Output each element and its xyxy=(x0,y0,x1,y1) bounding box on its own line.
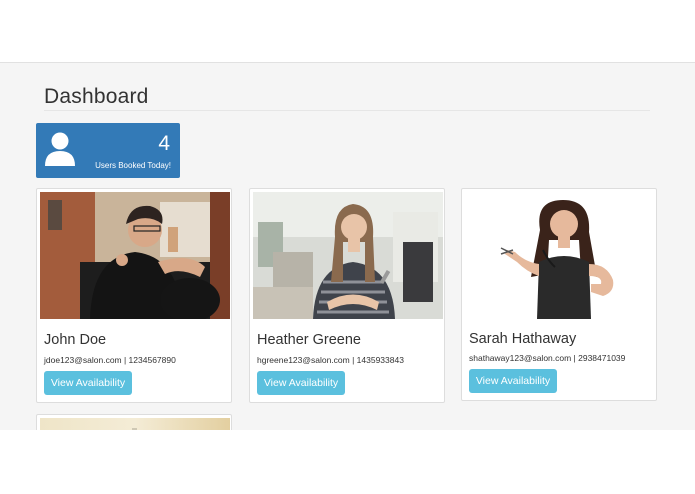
stylist-name: Heather Greene xyxy=(257,332,361,348)
stylist-card: Heather Greene hgreene123@salon.com | 14… xyxy=(249,188,445,403)
top-navbar xyxy=(0,0,695,63)
main-content: Dashboard 4 Users Booked Today! John Doe… xyxy=(0,63,695,430)
stylist-contact: hgreene123@salon.com | 1435933843 xyxy=(257,355,404,365)
stylist-contact: jdoe123@salon.com | 1234567890 xyxy=(44,355,176,365)
stylist-name: John Doe xyxy=(44,332,107,348)
title-divider xyxy=(44,110,650,111)
users-booked-label: Users Booked Today! xyxy=(95,161,171,170)
stylist-photo xyxy=(465,192,655,319)
users-booked-count: 4 xyxy=(158,132,170,155)
view-availability-button[interactable]: View Availability xyxy=(257,371,345,395)
stylist-photo xyxy=(40,418,230,430)
users-booked-panel: 4 Users Booked Today! xyxy=(36,123,180,178)
view-availability-button[interactable]: View Availability xyxy=(44,371,132,395)
stylist-name: Sarah Hathaway xyxy=(469,331,577,347)
stylist-contact: shathaway123@salon.com | 2938471039 xyxy=(469,353,626,363)
stylist-photo xyxy=(40,192,230,319)
view-availability-button[interactable]: View Availability xyxy=(469,369,557,393)
stylist-card: Sarah Hathaway shathaway123@salon.com | … xyxy=(461,188,657,401)
stylist-card: John Doe jdoe123@salon.com | 1234567890 … xyxy=(36,188,232,403)
user-icon xyxy=(45,132,75,166)
page-footer-area xyxy=(0,430,695,494)
stylist-card xyxy=(36,414,232,430)
page-title: Dashboard xyxy=(44,85,149,108)
stylist-photo xyxy=(253,192,443,319)
